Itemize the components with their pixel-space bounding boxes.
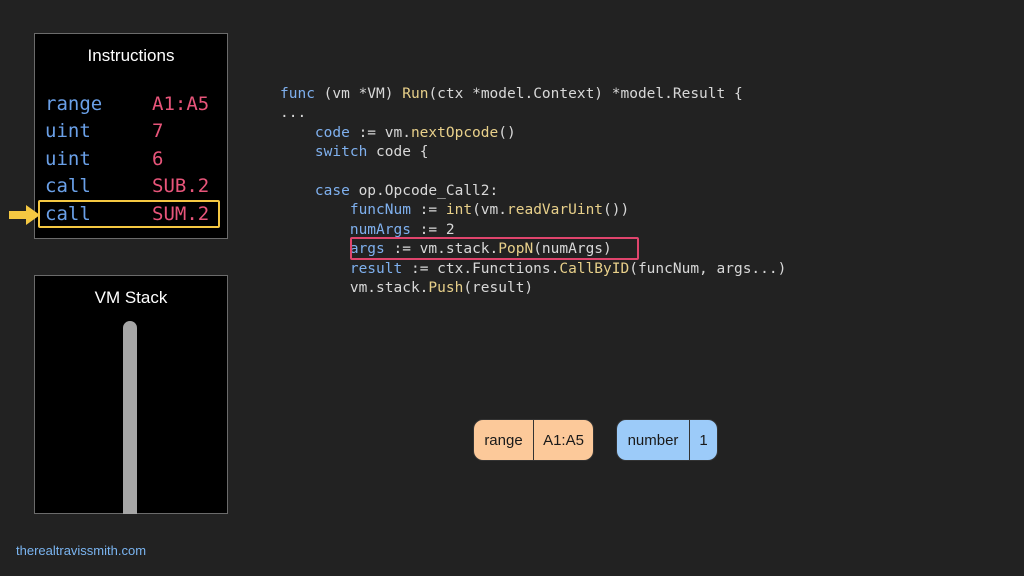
code-token: := 2	[410, 221, 455, 238]
code-line: numArgs := 2	[280, 222, 455, 238]
vm-stack-title: VM Stack	[94, 288, 168, 307]
code-line: code := vm.nextOpcode()	[280, 125, 516, 141]
value-content: A1:A5	[543, 431, 584, 449]
code-token: ...	[280, 105, 307, 122]
instruction-op: uint	[45, 148, 91, 170]
code-listing: func (vm *VM) Run(ctx *model.Context) *m…	[280, 85, 786, 298]
instruction-arg: SUB.2	[152, 175, 210, 197]
instruction-pointer-arrow-icon	[9, 205, 40, 225]
code-token: (ctx *model.Context) *model.Result {	[428, 86, 743, 102]
code-token: code {	[367, 144, 429, 161]
code-token: CallByID	[559, 260, 630, 277]
value-content: 1	[699, 431, 708, 449]
code-line: funcNum := int(vm.readVarUint())	[280, 202, 629, 218]
code-line: switch code {	[280, 144, 429, 161]
instruction-row: range A1:A5	[45, 91, 225, 117]
code-token: switch	[314, 144, 368, 161]
instruction-op: range	[45, 93, 103, 115]
code-line: func (vm *VM) Run(ctx *model.Context) *m…	[280, 86, 743, 102]
code-token: code	[314, 124, 350, 141]
code-token: Run	[402, 86, 429, 102]
value-type: number	[627, 431, 679, 449]
code-line-highlight	[350, 237, 639, 260]
code-token: := vm.	[349, 124, 411, 141]
code-line: ...	[280, 105, 306, 121]
code-token: op.Opcode_Call2:	[349, 183, 499, 200]
code-line: case op.Opcode_Call2:	[280, 183, 498, 199]
instruction-row: call SUB.2	[45, 173, 225, 199]
instruction-arg: 7	[152, 120, 164, 142]
code-token: (vm.	[472, 202, 507, 219]
vm-stack-panel: VM Stack	[34, 275, 228, 514]
code-token: nextOpcode	[410, 124, 499, 141]
code-token: ()	[498, 124, 516, 141]
instruction-arg: A1:A5	[152, 93, 210, 115]
stack-value-range: range A1:A5	[473, 419, 594, 461]
code-token: (result)	[463, 280, 534, 297]
code-line: vm.stack.Push(result)	[280, 280, 533, 296]
code-token: int	[445, 202, 473, 219]
instruction-op: uint	[45, 120, 91, 142]
instruction-row: uint 7	[45, 118, 225, 144]
code-token: vm.stack.	[280, 280, 429, 297]
footer-credit: therealtravissmith.com	[16, 543, 147, 558]
code-token: Push	[428, 280, 464, 297]
code-token: (funcNum, args...)	[629, 260, 787, 277]
instruction-arg: 6	[152, 148, 164, 170]
stack-value-number: number 1	[616, 419, 718, 461]
code-token: func	[280, 86, 315, 102]
code-token: (vm *VM)	[314, 86, 403, 102]
code-token: numArgs	[349, 221, 411, 238]
code-line: result := ctx.Functions.CallByID(funcNum…	[280, 260, 787, 277]
instruction-op: call	[45, 175, 91, 197]
current-instruction-highlight	[38, 200, 220, 228]
code-token: readVarUint	[507, 202, 604, 219]
instruction-row: uint 6	[45, 146, 225, 172]
value-type: range	[484, 431, 523, 449]
code-token: case	[314, 183, 350, 200]
code-token: funcNum	[349, 202, 411, 219]
code-token: ())	[603, 202, 630, 219]
code-token: := ctx.Functions.	[402, 260, 560, 277]
code-token: result	[349, 260, 403, 277]
instructions-title: Instructions	[87, 46, 175, 65]
stack-bar	[123, 321, 137, 514]
code-token: :=	[410, 202, 446, 219]
